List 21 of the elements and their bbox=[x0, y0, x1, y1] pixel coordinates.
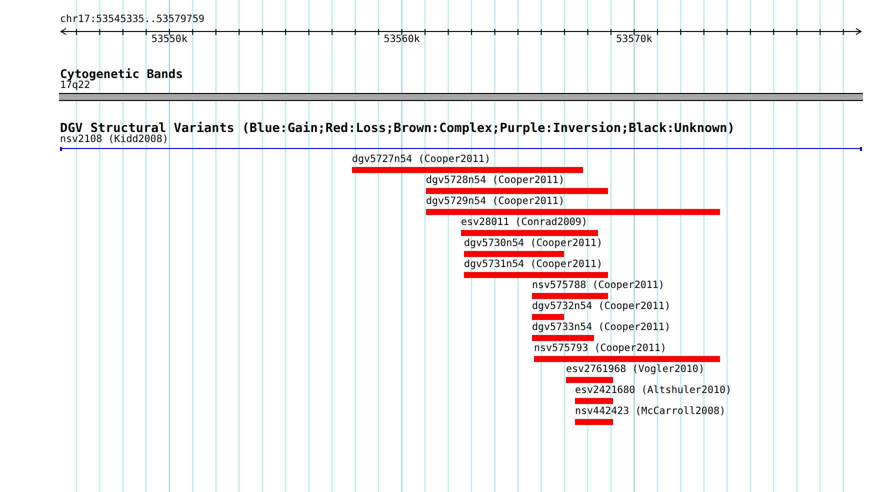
variant-label: nsv575793 (Cooper2011) bbox=[534, 343, 666, 355]
variant-label: nsv2108 (Kidd2008) bbox=[60, 134, 168, 146]
variant-label: dgv5731n54 (Cooper2011) bbox=[464, 259, 602, 271]
variant-label: dgv5730n54 (Cooper2011) bbox=[464, 238, 602, 250]
variant-label: esv2761968 (Vogler2010) bbox=[566, 364, 704, 376]
track-title: Cytogenetic Bands bbox=[60, 67, 183, 81]
variant-label: esv2421680 (Altshuler2010) bbox=[575, 385, 732, 397]
ruler-tick-label: 53550k bbox=[151, 34, 188, 46]
ruler-tick-label: 53570k bbox=[616, 34, 652, 46]
variant-label: nsv575788 (Cooper2011) bbox=[532, 280, 664, 292]
track-title: DGV Structural Variants (Blue:Gain;Red:Loss;Brown:Complex;Purple:Inversion;Black:Unknown) bbox=[60, 121, 735, 135]
variant-label: dgv5728n54 (Cooper2011) bbox=[426, 175, 564, 187]
variant-label: esv28011 (Conrad2009) bbox=[461, 217, 588, 229]
band-label: 17q22 bbox=[60, 80, 90, 92]
ruler-label: chr17:53545335..53579759 bbox=[60, 14, 204, 26]
variant-label: dgv5729n54 (Cooper2011) bbox=[426, 196, 564, 208]
ruler-tick-label: 53560k bbox=[384, 34, 420, 46]
variant-label: nsv442423 (McCarroll2008) bbox=[575, 406, 726, 418]
variant-label: dgv5733n54 (Cooper2011) bbox=[532, 322, 670, 334]
variant-label: dgv5727n54 (Cooper2011) bbox=[352, 154, 490, 166]
variant-label: dgv5732n54 (Cooper2011) bbox=[532, 301, 670, 313]
